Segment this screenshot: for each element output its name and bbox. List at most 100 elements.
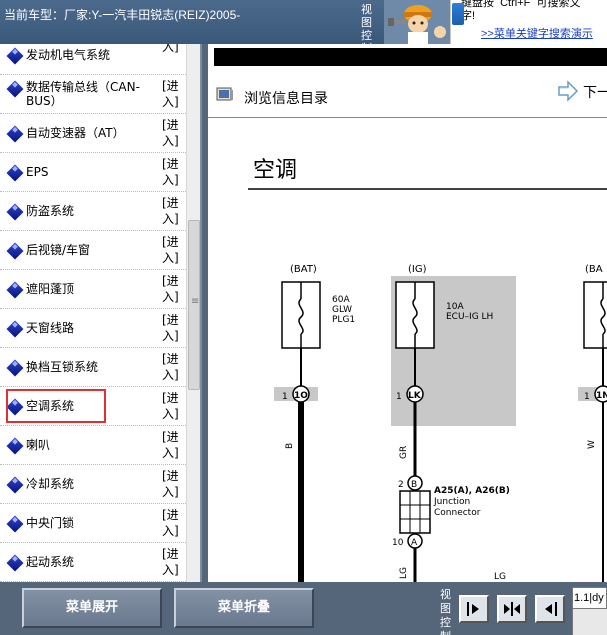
grip-icon: ≡ <box>191 296 200 307</box>
car-model-title: 当前车型：厂家:Y-一汽丰田锐志(REIZ)2005- <box>4 8 241 22</box>
conn2-id: LK <box>408 391 422 401</box>
menu-item[interactable]: 冷却系统 [进 入] <box>0 465 186 504</box>
menu-item-enter-link[interactable]: 入] <box>162 44 182 55</box>
diamond-bullet-icon <box>6 164 24 182</box>
menu-item[interactable]: 发动机电气系统 入] <box>0 44 186 75</box>
bat-label: (BAT) <box>290 264 317 275</box>
menu-item-label: 数据传输总线（CAN- BUS） <box>26 80 140 108</box>
menu-expand-button[interactable]: 菜单展开 <box>22 588 162 628</box>
menu-item-label: 遮阳蓬顶 <box>26 282 75 296</box>
diamond-bullet-icon <box>6 359 24 377</box>
menu-item-enter-link[interactable]: [进 入] <box>162 156 182 188</box>
diamond-bullet-icon <box>6 320 24 338</box>
diamond-bullet-icon <box>6 281 24 299</box>
menu-item-label: 天窗线路 <box>26 321 75 335</box>
diagram-title: 空调 <box>253 158 297 183</box>
menu-item-enter-link[interactable]: [进 入] <box>162 429 182 461</box>
menu-item[interactable]: 起动系统 [进 入] <box>0 543 186 582</box>
wire-lg-label: LG <box>399 567 409 579</box>
book-icon[interactable] <box>216 86 234 102</box>
menu-fold-button[interactable]: 菜单折叠 <box>174 588 314 628</box>
menu-item-label: 自动变速器（AT） <box>26 126 125 140</box>
ig-label: (IG) <box>408 264 427 275</box>
menu-item-enter-link[interactable]: [进 入] <box>162 234 182 266</box>
browse-toc-link[interactable]: 浏览信息目录 <box>244 88 328 108</box>
menu-item-enter-link[interactable]: [进 入] <box>162 351 182 383</box>
menu-item-enter-link[interactable]: [进 入] <box>162 546 182 578</box>
menu-item[interactable]: 遮阳蓬顶 [进 入] <box>0 270 186 309</box>
wiring-diagram: 空调 (BAT) 60A GLW PLG1 1 1O B (IG) 10A EC… <box>208 119 607 582</box>
next-page-label[interactable]: 下一 <box>583 82 607 102</box>
menu-list: 发动机电气系统 入] 数据传输总线（CAN- BUS） [进 入] 自动变速器（AT） [… <box>0 44 186 582</box>
view-right-button[interactable] <box>459 595 489 623</box>
bat2-label: (BA <box>585 264 603 275</box>
status-field: 1.1|dy <box>572 587 607 609</box>
menu-item[interactable]: 空调系统 [进 入] <box>0 387 186 426</box>
hint-box: 键盘按 Ctrl+F 可搜索文 字! >>菜单关键字搜索演示 <box>450 0 607 44</box>
menu-item-label: 喇叭 <box>26 438 51 452</box>
keyword-search-demo-link[interactable]: >>菜单关键字搜索演示 <box>481 25 593 41</box>
menu-item-enter-link[interactable]: [进 入] <box>162 468 182 500</box>
next-page-icon[interactable] <box>556 80 580 102</box>
menu-item[interactable]: 喇叭 [进 入] <box>0 426 186 465</box>
menu-item[interactable]: 数据传输总线（CAN- BUS） [进 入] <box>0 75 186 114</box>
header-bar: 当前车型：厂家:Y-一汽丰田锐志(REIZ)2005- 视图控制 键盘按 Ctr… <box>0 0 607 55</box>
sidebar-scrollbar[interactable]: ≡ <box>186 44 200 582</box>
fuse1-line-3: PLG1 <box>332 315 355 325</box>
fuse2-line-1: 10A <box>446 302 464 312</box>
selection-highlight <box>6 389 106 423</box>
jc-pin-top-id: B <box>411 480 417 490</box>
menu-item-enter-link[interactable]: [进 入] <box>162 117 182 149</box>
wire-lg2-label: LG <box>494 572 506 582</box>
menu-item-enter-link[interactable]: [进 入] <box>162 390 182 422</box>
conn2-pin: 1 <box>396 392 402 402</box>
diamond-bullet-icon <box>6 476 24 494</box>
menu-item-enter-link[interactable]: [进 入] <box>162 195 182 227</box>
menu-item[interactable]: 换档互锁系统 [进 入] <box>0 348 186 387</box>
menu-item-enter-link[interactable]: [进 入] <box>162 273 182 305</box>
menu-item-label: 冷却系统 <box>26 477 75 491</box>
diamond-bullet-icon <box>6 437 24 455</box>
menu-item-label: EPS <box>26 165 49 179</box>
menu-item-enter-link[interactable]: [进 入] <box>162 507 182 539</box>
jc-label-2: Junction <box>433 497 470 507</box>
menu-item-label: 起动系统 <box>26 555 75 569</box>
arrow-right-icon <box>467 602 479 616</box>
menu-item-enter-link[interactable]: [进 入] <box>162 312 182 344</box>
menu-item[interactable]: 后视镜/车窗 [进 入] <box>0 231 186 270</box>
wire-gr-label: GR <box>399 446 409 459</box>
status-field-lower <box>572 609 607 635</box>
jc-label-3: Connector <box>434 508 481 518</box>
info-icon <box>452 3 464 25</box>
mascot-icon <box>384 0 450 44</box>
hint-text: 键盘按 Ctrl+F 可搜索文 字! <box>461 0 581 22</box>
conn1-id: 1O <box>294 391 308 401</box>
scroll-thumb[interactable]: ≡ <box>188 220 200 390</box>
jc-pin-bot: 10 <box>392 538 404 548</box>
view-left-button[interactable] <box>535 595 565 623</box>
menu-item-enter-link[interactable]: [进 入] <box>162 78 182 110</box>
menu-item[interactable]: 自动变速器（AT） [进 入] <box>0 114 186 153</box>
app-window: 当前车型：厂家:Y-一汽丰田锐志(REIZ)2005- 视图控制 键盘按 Ctr… <box>0 0 607 635</box>
menu-item-label: 防盗系统 <box>26 204 75 218</box>
menu-item[interactable]: EPS [进 入] <box>0 153 186 192</box>
diamond-bullet-icon <box>6 80 24 98</box>
menu-item[interactable]: 天窗线路 [进 入] <box>0 309 186 348</box>
fuse2-line-2: ECU–IG LH <box>446 312 493 322</box>
menu-item[interactable]: 中央门锁 [进 入] <box>0 504 186 543</box>
diamond-bullet-icon <box>6 554 24 572</box>
wire-w-label: W <box>587 440 597 449</box>
jc-pin-bot-id: A <box>411 538 418 548</box>
conn3-pin: 1 <box>584 392 590 402</box>
menu-item[interactable]: 防盗系统 [进 入] <box>0 192 186 231</box>
content-top-bar <box>214 48 607 66</box>
fuse1-line-2: GLW <box>332 305 352 315</box>
bottom-toolbar: 菜单展开 菜单折叠 视图控制 1.1|dy <box>0 582 607 635</box>
content-nav-bar: 浏览信息目录 下一 <box>208 74 607 118</box>
menu-item-label: 发动机电气系统 <box>26 48 111 62</box>
diamond-bullet-icon <box>6 203 24 221</box>
menu-item-label: 中央门锁 <box>26 516 75 530</box>
sidebar: 发动机电气系统 入] 数据传输总线（CAN- BUS） [进 入] 自动变速器（AT） [… <box>0 44 202 582</box>
content-pane: 浏览信息目录 下一 空调 (BAT) 60A GLW PLG1 1 1O B (… <box>208 44 607 582</box>
view-both-button[interactable] <box>497 595 527 623</box>
